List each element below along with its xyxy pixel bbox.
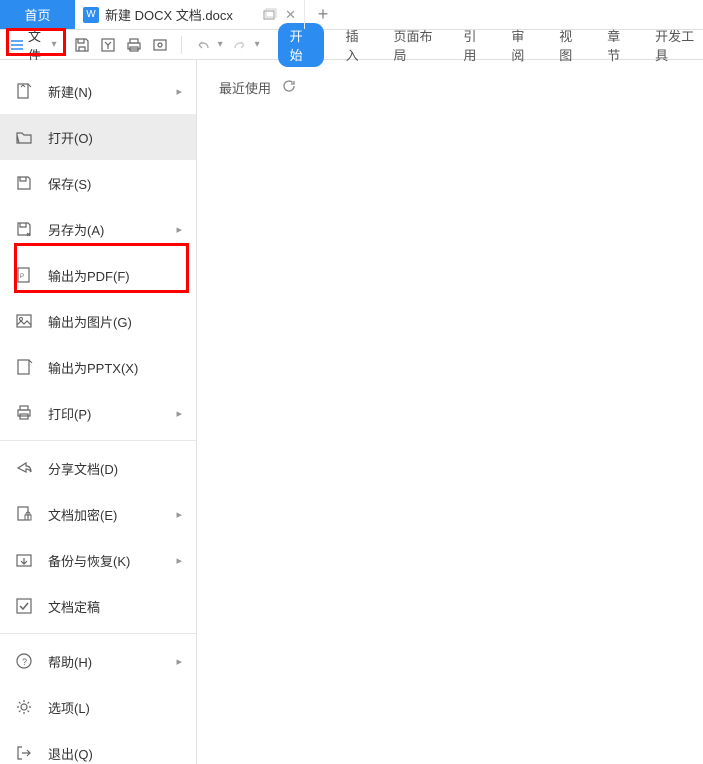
tab-window-icon[interactable] bbox=[263, 7, 277, 23]
menu-label: 输出为PDF(F) bbox=[48, 266, 182, 285]
separator bbox=[181, 36, 182, 54]
menu-item-help[interactable]: ? 帮助(H) ▸ bbox=[0, 638, 196, 684]
save-icon bbox=[14, 173, 34, 193]
menu-item-save-as[interactable]: 另存为(A) ▸ bbox=[0, 206, 196, 252]
menu-label: 新建(N) bbox=[48, 82, 162, 101]
tab-actions: ✕ bbox=[263, 7, 296, 23]
redo-icon[interactable] bbox=[231, 36, 249, 54]
image-icon bbox=[14, 311, 34, 331]
dropdown-icon: ▾ bbox=[52, 39, 57, 50]
pdf-icon: P bbox=[14, 265, 34, 285]
menu-item-finalize[interactable]: 文档定稿 bbox=[0, 583, 196, 629]
menu-label: 分享文档(D) bbox=[48, 459, 182, 478]
menu-item-export-pptx[interactable]: 输出为PPTX(X) bbox=[0, 344, 196, 390]
export-icon[interactable] bbox=[99, 36, 117, 54]
file-menu-panel: 新建(N) ▸ 打开(O) 保存(S) 另存为(A) ▸ P 输出为PDF(F)… bbox=[0, 60, 197, 764]
gear-icon bbox=[14, 697, 34, 717]
recent-label: 最近使用 bbox=[219, 78, 271, 97]
chevron-right-icon: ▸ bbox=[176, 655, 182, 668]
check-icon bbox=[14, 596, 34, 616]
folder-open-icon bbox=[14, 127, 34, 147]
share-icon bbox=[14, 458, 34, 478]
print-icon[interactable] bbox=[125, 36, 143, 54]
svg-text:P: P bbox=[20, 274, 24, 280]
document-tab[interactable]: W 新建 DOCX 文档.docx ✕ bbox=[75, 0, 305, 29]
menu-label: 退出(Q) bbox=[48, 744, 182, 763]
chevron-right-icon: ▸ bbox=[176, 554, 182, 567]
menu-item-save[interactable]: 保存(S) bbox=[0, 160, 196, 206]
chevron-right-icon: ▸ bbox=[176, 85, 182, 98]
menu-item-print[interactable]: 打印(P) ▸ bbox=[0, 390, 196, 436]
menu-item-share[interactable]: 分享文档(D) bbox=[0, 445, 196, 491]
menu-label: 保存(S) bbox=[48, 174, 182, 193]
preview-icon[interactable] bbox=[151, 36, 169, 54]
refresh-icon[interactable] bbox=[281, 78, 297, 94]
help-icon: ? bbox=[14, 651, 34, 671]
backup-icon bbox=[14, 550, 34, 570]
file-menu-button[interactable]: 文件 ▾ bbox=[2, 32, 65, 58]
menu-item-export-pdf[interactable]: P 输出为PDF(F) bbox=[0, 252, 196, 298]
undo-dropdown-icon[interactable]: ▾ bbox=[218, 39, 223, 50]
menu-label: 打开(O) bbox=[48, 128, 182, 147]
menu-label: 输出为PPTX(X) bbox=[48, 358, 182, 377]
document-tab-title: 新建 DOCX 文档.docx bbox=[105, 5, 257, 24]
menu-item-export-image[interactable]: 输出为图片(G) bbox=[0, 298, 196, 344]
menu-label: 打印(P) bbox=[48, 404, 162, 423]
menu-label: 文档加密(E) bbox=[48, 505, 162, 524]
pptx-icon bbox=[14, 357, 34, 377]
exit-icon bbox=[14, 743, 34, 763]
chevron-right-icon: ▸ bbox=[176, 508, 182, 521]
redo-dropdown-icon[interactable]: ▾ bbox=[255, 39, 260, 50]
menu-label: 备份与恢复(K) bbox=[48, 551, 162, 570]
print-icon bbox=[14, 403, 34, 423]
main-area: 新建(N) ▸ 打开(O) 保存(S) 另存为(A) ▸ P 输出为PDF(F)… bbox=[0, 60, 703, 764]
menu-divider bbox=[0, 633, 196, 634]
docx-file-icon: W bbox=[83, 7, 99, 23]
save-as-icon bbox=[14, 219, 34, 239]
chevron-right-icon: ▸ bbox=[176, 223, 182, 236]
menu-divider bbox=[0, 440, 196, 441]
undo-icon[interactable] bbox=[194, 36, 212, 54]
menu-label: 选项(L) bbox=[48, 698, 182, 717]
menu-label: 文档定稿 bbox=[48, 597, 182, 616]
chevron-right-icon: ▸ bbox=[176, 407, 182, 420]
file-menu-label: 文件 bbox=[28, 26, 50, 64]
menu-item-open[interactable]: 打开(O) bbox=[0, 114, 196, 160]
menu-item-backup[interactable]: 备份与恢复(K) ▸ bbox=[0, 537, 196, 583]
menu-label: 输出为图片(G) bbox=[48, 312, 182, 331]
hamburger-icon bbox=[10, 38, 24, 52]
menu-item-encrypt[interactable]: 文档加密(E) ▸ bbox=[0, 491, 196, 537]
menu-item-options[interactable]: 选项(L) bbox=[0, 684, 196, 730]
svg-text:?: ? bbox=[22, 657, 27, 667]
close-tab-icon[interactable]: ✕ bbox=[285, 7, 296, 23]
menu-item-exit[interactable]: 退出(Q) bbox=[0, 730, 196, 764]
lock-file-icon bbox=[14, 504, 34, 524]
menu-item-new[interactable]: 新建(N) ▸ bbox=[0, 68, 196, 114]
new-file-icon bbox=[14, 81, 34, 101]
content-area: 最近使用 bbox=[197, 60, 703, 764]
menu-label: 帮助(H) bbox=[48, 652, 162, 671]
quick-access-toolbar: ▾ ▾ bbox=[67, 36, 266, 54]
toolbar: 文件 ▾ ▾ ▾ 开始 插入 页面布局 引用 审阅 视图 章节 开发工具 bbox=[0, 30, 703, 60]
save-icon[interactable] bbox=[73, 36, 91, 54]
menu-label: 另存为(A) bbox=[48, 220, 162, 239]
